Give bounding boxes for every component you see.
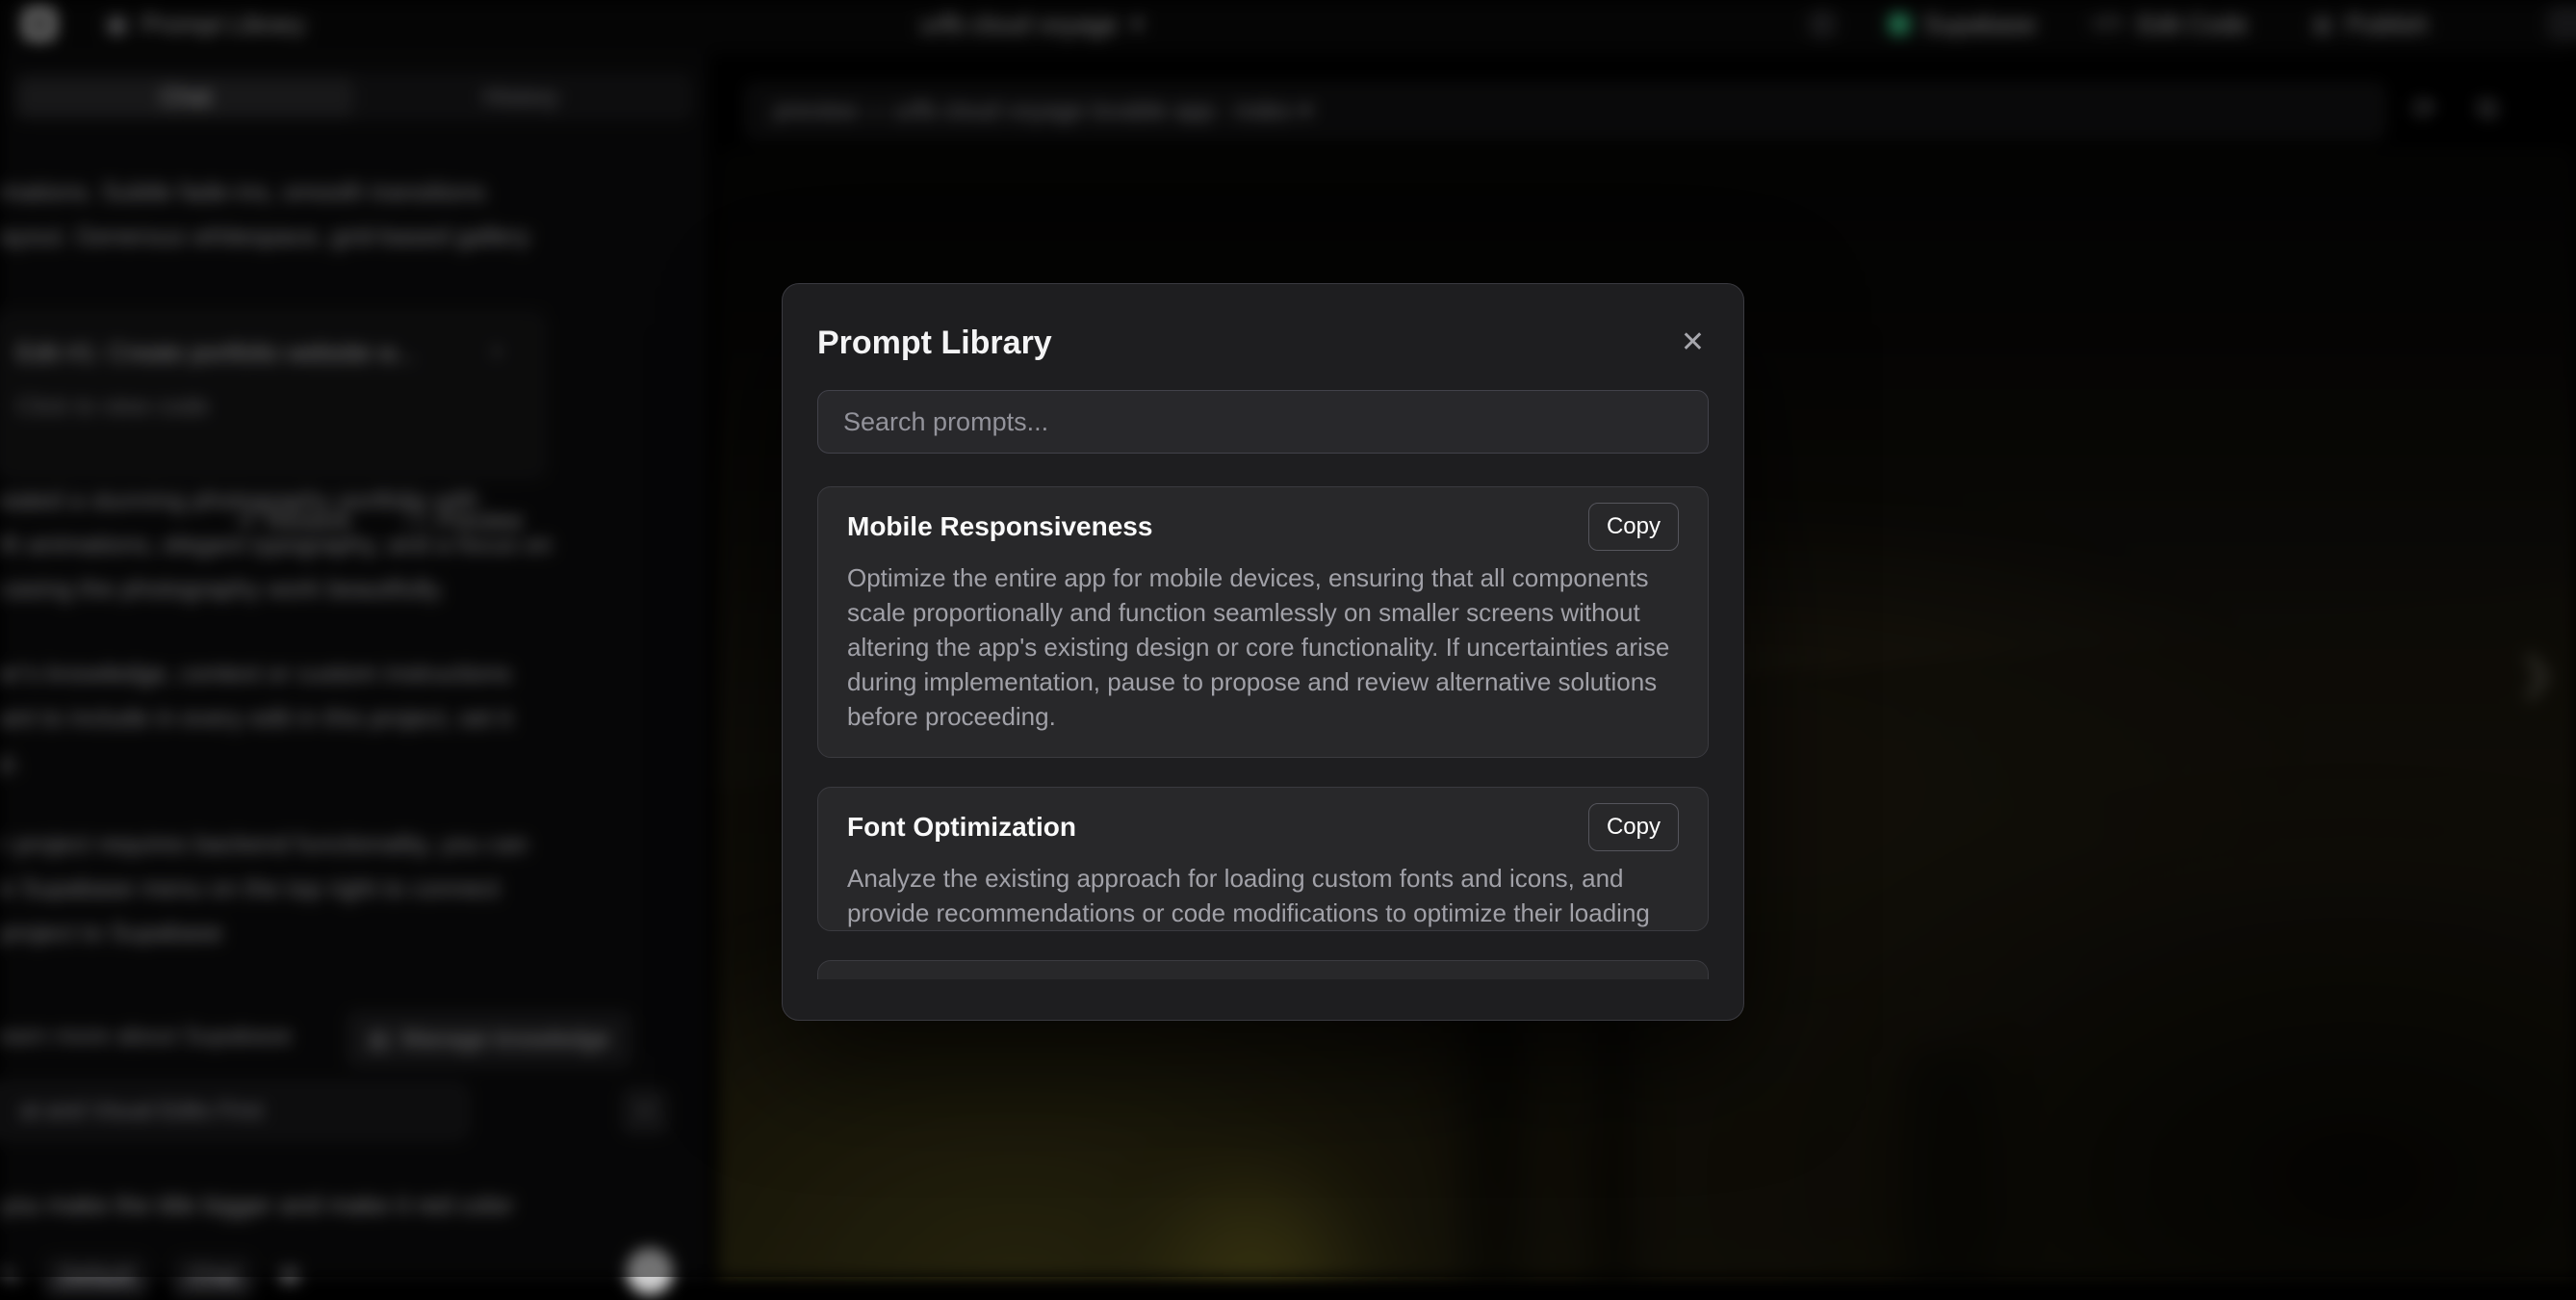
prompt-card-header: Font Optimization Copy bbox=[847, 803, 1679, 851]
modal-header: Prompt Library ✕ bbox=[817, 321, 1709, 365]
prompt-title: Font Optimization bbox=[847, 812, 1076, 843]
prompt-card-mobile-responsiveness: Mobile Responsiveness Copy Optimize the … bbox=[817, 486, 1709, 758]
prompt-list[interactable]: Mobile Responsiveness Copy Optimize the … bbox=[817, 486, 1709, 979]
prompt-description: Analyze the existing approach for loadin… bbox=[847, 861, 1679, 931]
prompt-description: Optimize the entire app for mobile devic… bbox=[847, 560, 1679, 734]
close-icon[interactable]: ✕ bbox=[1677, 325, 1709, 361]
copy-button[interactable]: Copy bbox=[1588, 803, 1679, 851]
prompt-card-partial bbox=[817, 960, 1709, 979]
search-input[interactable] bbox=[817, 390, 1709, 454]
prompt-card-font-optimization: Font Optimization Copy Analyze the exist… bbox=[817, 787, 1709, 931]
prompt-card-header: Mobile Responsiveness Copy bbox=[847, 503, 1679, 551]
copy-button[interactable]: Copy bbox=[1588, 503, 1679, 551]
prompt-title: Mobile Responsiveness bbox=[847, 511, 1152, 542]
prompt-library-modal: Prompt Library ✕ Mobile Responsiveness C… bbox=[782, 283, 1744, 1021]
modal-title: Prompt Library bbox=[817, 325, 1052, 362]
